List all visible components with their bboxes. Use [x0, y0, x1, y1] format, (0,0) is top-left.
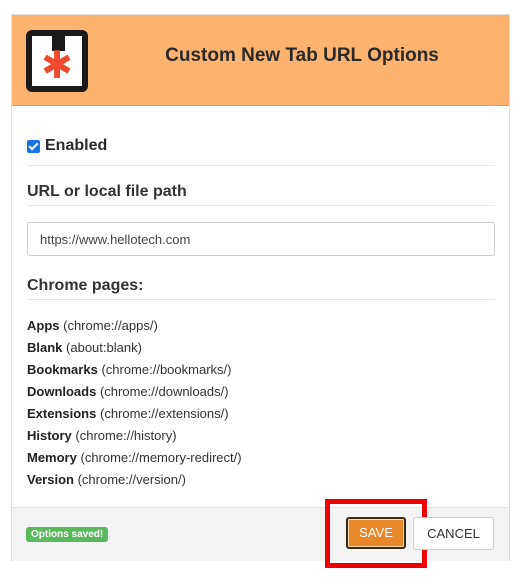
page-name: Downloads [27, 384, 97, 399]
asterisk-document-icon: ✱ [26, 30, 88, 92]
page-name: Blank [27, 340, 63, 355]
list-item: History (chrome://history) [27, 427, 242, 449]
divider [27, 165, 495, 166]
list-item: Apps (chrome://apps/) [27, 317, 242, 339]
save-button[interactable]: SAVE [346, 517, 406, 549]
header: ✱ Custom New Tab URL Options [12, 15, 509, 106]
enabled-checkbox[interactable] [27, 139, 40, 153]
list-item: Memory (chrome://memory-redirect/) [27, 449, 242, 471]
page-name: Bookmarks [27, 362, 98, 377]
page-url: (chrome://bookmarks/) [101, 362, 232, 377]
page-url: (chrome://history) [75, 428, 177, 443]
page-name: Apps [27, 318, 60, 333]
list-item: Downloads (chrome://downloads/) [27, 383, 242, 405]
list-item: Bookmarks (chrome://bookmarks/) [27, 361, 242, 383]
chrome-pages-list: Apps (chrome://apps/) Blank (about:blank… [27, 317, 242, 493]
list-item: Blank (about:blank) [27, 339, 242, 361]
page-url: (chrome://apps/) [63, 318, 158, 333]
page-url: (chrome://extensions/) [99, 406, 229, 421]
list-item: Version (chrome://version/) [27, 471, 242, 493]
page-url: (chrome://downloads/) [99, 384, 229, 399]
page-url: (about:blank) [66, 340, 142, 355]
chrome-pages-heading: Chrome pages: [27, 277, 144, 294]
page-name: Version [27, 472, 74, 487]
options-panel: ✱ Custom New Tab URL Options Enabled URL… [11, 14, 510, 561]
url-input[interactable] [27, 222, 495, 256]
page-title: Custom New Tab URL Options [165, 45, 439, 66]
page-url: (chrome://memory-redirect/) [80, 450, 242, 465]
enabled-row[interactable]: Enabled [27, 137, 107, 155]
page-name: Extensions [27, 406, 97, 421]
divider [27, 299, 495, 300]
status-badge: Options saved! [26, 527, 109, 542]
url-section-heading: URL or local file path [27, 183, 187, 200]
cancel-button[interactable]: CANCEL [413, 517, 494, 550]
page-name: Memory [27, 450, 77, 465]
page-name: History [27, 428, 72, 443]
list-item: Extensions (chrome://extensions/) [27, 405, 242, 427]
enabled-label[interactable]: Enabled [45, 137, 107, 155]
divider [27, 205, 495, 206]
page-url: (chrome://version/) [77, 472, 186, 487]
